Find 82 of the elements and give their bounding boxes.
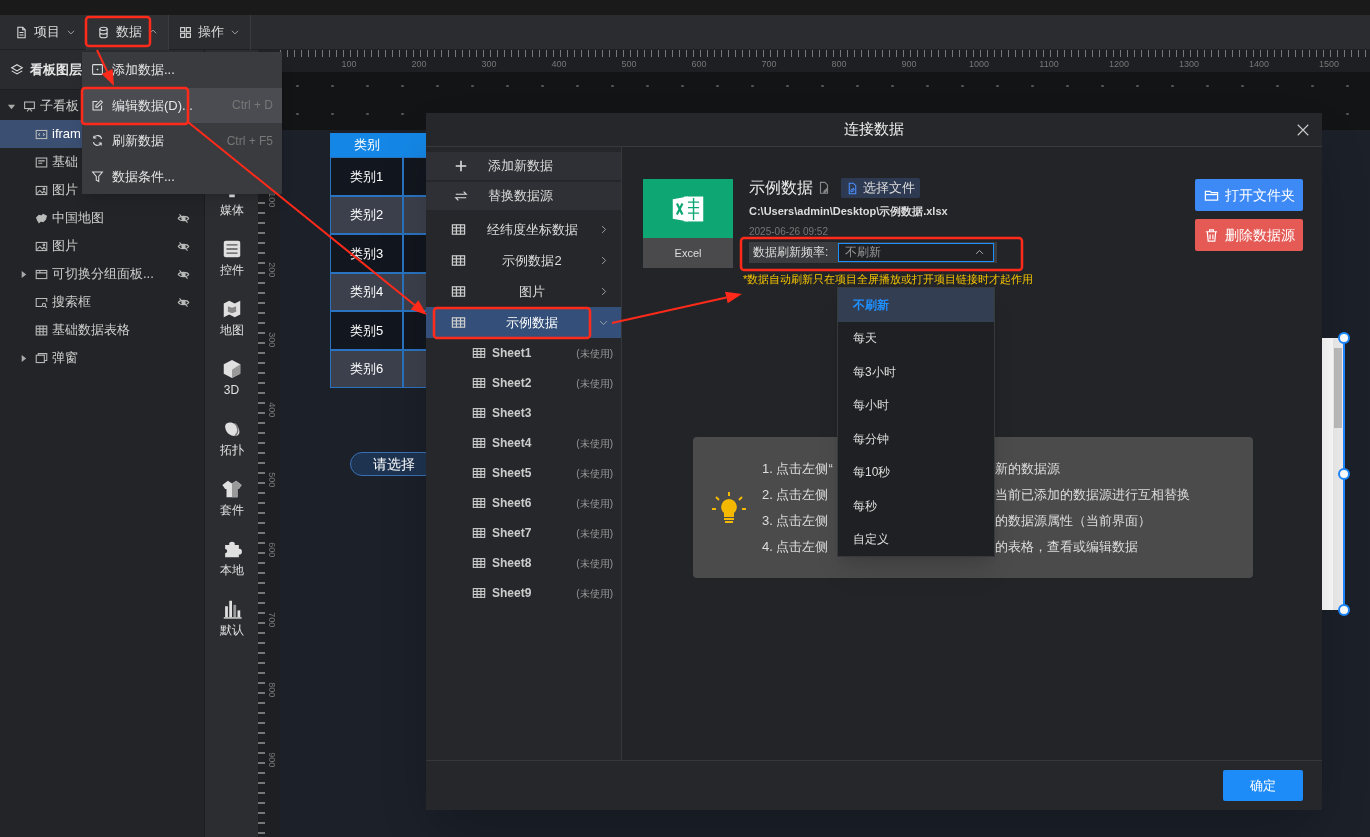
file-date: 2025-06-26 09:52 — [749, 224, 829, 239]
layer-name: ifram — [52, 125, 81, 144]
table-cell: 类别4 — [330, 272, 403, 311]
sheet-name: Sheet6 — [492, 495, 532, 512]
sheet-name: Sheet4 — [492, 435, 532, 452]
source-name: 经纬度坐标数据 — [485, 220, 579, 239]
tip-text: 3. 点击左侧 — [762, 512, 829, 528]
ruler-label: 400 — [266, 402, 279, 418]
menu-label: 刷新数据 — [112, 132, 164, 150]
field-label: 数据刷新频率: — [753, 244, 830, 261]
usage-note: (未使用) — [576, 376, 613, 391]
ruler-label: 200 — [266, 262, 279, 278]
ruler-label: 1200 — [1108, 58, 1130, 69]
ruler-label: 500 — [620, 58, 638, 69]
menu-label: 添加数据... — [112, 61, 175, 79]
tip-text: 1. 点击左侧“ — [762, 460, 833, 476]
ruler-label: 700 — [266, 612, 279, 628]
tip-text: 4. 点击左侧 — [762, 538, 829, 554]
notice-text: *数据自动刷新只在项目全屏播放或打开项目链接时才起作用 — [743, 271, 1034, 287]
source-name: 示例数据2 — [501, 251, 563, 270]
ruler-label: 700 — [760, 58, 778, 69]
usage-note: (未使用) — [576, 586, 613, 601]
ruler-label: 600 — [690, 58, 708, 69]
tip-text: 的表格，查看或编辑数据 — [995, 537, 1138, 556]
tip-text: 2. 点击左侧 — [762, 486, 829, 502]
tip-text: 新的数据源 — [995, 459, 1060, 478]
layer-name: 基础数据表格 — [52, 321, 130, 340]
usage-note: (未使用) — [576, 466, 613, 481]
table-cell: 类别2 — [330, 195, 403, 234]
layer-name: 中国地图 — [52, 209, 104, 228]
table-cell: 类别1 — [330, 157, 403, 196]
ruler-label: 800 — [830, 58, 848, 69]
usage-note: (未使用) — [576, 556, 613, 571]
ruler-label: 900 — [900, 58, 918, 69]
table-cell: 类别5 — [330, 311, 403, 350]
ruler-label: 500 — [266, 472, 279, 488]
layer-name: 搜索框 — [52, 293, 91, 312]
ruler-label: 600 — [266, 542, 279, 558]
tip-text: 当前已添加的数据源进行互相替换 — [995, 485, 1190, 504]
ruler-label: 100 — [266, 192, 279, 208]
sheet-name: Sheet2 — [492, 375, 532, 392]
dialog-title: 连接数据 — [844, 119, 904, 140]
usage-note: (未使用) — [576, 346, 613, 361]
usage-note: (未使用) — [576, 496, 613, 511]
panel-title: 看板图层 — [30, 60, 82, 79]
layer-name: 图片 — [52, 181, 78, 200]
ruler-label: 1300 — [1178, 58, 1200, 69]
source-name: 示例数据 — [505, 313, 559, 332]
sheet-name: Sheet8 — [492, 555, 532, 572]
layer-name: 弹窗 — [52, 349, 78, 368]
file-name: 示例数据 — [749, 178, 813, 198]
ruler-label: 1000 — [968, 58, 990, 69]
sheet-name: Sheet5 — [492, 465, 532, 482]
ruler-label: 300 — [480, 58, 498, 69]
ruler-label: 900 — [266, 752, 279, 768]
shortcut-label: Ctrl + F5 — [226, 132, 273, 150]
ruler-label: 200 — [410, 58, 428, 69]
ruler-label: 1100 — [1038, 58, 1060, 69]
sheet-name: Sheet1 — [492, 345, 532, 362]
layer-name: 子看板 — [40, 97, 79, 116]
sheet-name: Sheet9 — [492, 585, 532, 602]
sheet-name: Sheet3 — [492, 405, 532, 422]
ruler-label: 1400 — [1248, 58, 1270, 69]
ruler-label: 800 — [266, 682, 279, 698]
usage-note: (未使用) — [576, 436, 613, 451]
menu-label: 数据条件... — [112, 167, 175, 186]
layer-name: 图片 — [52, 237, 78, 256]
ruler-label: 400 — [550, 58, 568, 69]
table-cell: 类别6 — [330, 349, 403, 388]
ruler-label: 100 — [340, 58, 358, 69]
table-cell: 类别3 — [330, 234, 403, 273]
layer-name: 基础 — [52, 153, 78, 172]
file-type-label: Excel — [643, 238, 733, 268]
file-path: C:\Users\admin\Desktop\示例数据.xlsx — [749, 204, 949, 219]
tip-text: 的数据源属性（当前界面） — [995, 511, 1151, 530]
ruler-label: 300 — [266, 332, 279, 348]
table-header-cell: 类别 — [330, 133, 403, 157]
usage-note: (未使用) — [576, 526, 613, 541]
layer-name: 可切换分组面板... — [52, 265, 154, 284]
ruler-label: 1500 — [1318, 58, 1340, 69]
source-name: 图片 — [518, 282, 546, 301]
sheet-name: Sheet7 — [492, 525, 532, 542]
